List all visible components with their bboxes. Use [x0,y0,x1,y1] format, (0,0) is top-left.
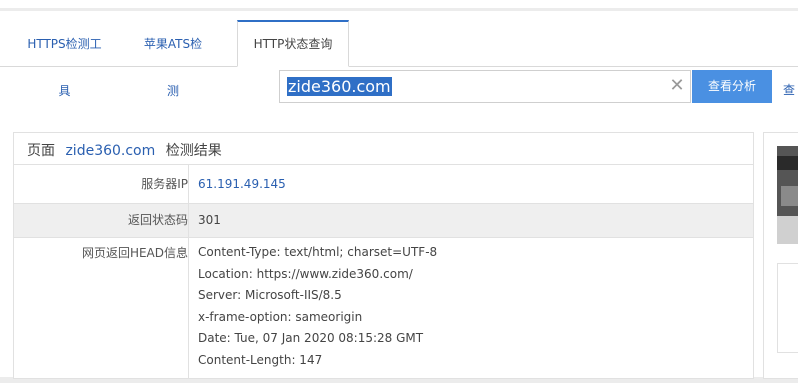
result-domain-link[interactable]: zide360.com [65,143,155,159]
server-ip-label: 服务器IP [141,177,188,191]
search-input[interactable]: zide360.com [279,70,691,103]
row-server-ip: 服务器IP 61.191.49.145 [14,164,753,203]
clear-icon[interactable]: ✕ [667,70,687,103]
status-code-label: 返回状态码 [127,213,188,227]
column-divider [188,204,189,237]
head-line: Location: https://www.zide360.com/ [198,266,413,281]
head-line: Server: Microsoft-IIS/8.5 [198,288,342,303]
head-line: x-frame-option: sameorigin [198,309,363,324]
head-line: Date: Tue, 07 Jan 2020 08:15:28 GMT [198,331,424,346]
result-title-prefix: 页面 [27,143,55,159]
result-panel: 页面 zide360.com 检测结果 服务器IP 61.191.49.145 … [13,132,754,379]
tab-bar: HTTPS检测工具 苹果ATS检测 HTTP状态查询 [0,20,798,98]
top-bar [0,0,798,8]
result-title-suffix: 检测结果 [165,143,222,159]
head-line: Content-Length: 147 [198,352,323,367]
row-head-info: 网页返回HEAD信息 Content-Type: text/html; char… [14,237,753,379]
side-link[interactable]: 查 [783,81,795,98]
side-thumbnail-image[interactable] [777,146,798,244]
search-button[interactable]: 查看分析 [692,70,772,103]
head-info-label: 网页返回HEAD信息 [81,246,188,260]
main-panel: HTTPS检测工具 苹果ATS检测 HTTP状态查询 zide360.com ✕… [0,11,798,379]
tab-apple-ats-check[interactable]: 苹果ATS检测 [140,21,206,98]
side-card [763,132,798,379]
tab-https-check[interactable]: HTTPS检测工具 [22,21,107,98]
server-ip-value[interactable]: 61.191.49.145 [198,165,286,203]
head-line: Content-Type: text/html; charset=UTF-8 [198,245,438,259]
status-code-value: 301 [198,213,221,227]
search-input-value: zide360.com [287,77,392,96]
column-divider [188,238,189,379]
tab-http-status[interactable]: HTTP状态查询 [237,20,349,67]
head-info-value: Content-Type: text/html; charset=UTF-8 L… [198,242,437,372]
row-status-code: 返回状态码 301 [14,203,753,237]
result-title: 页面 zide360.com 检测结果 [27,140,222,160]
side-box [777,263,798,353]
column-divider [188,165,189,203]
